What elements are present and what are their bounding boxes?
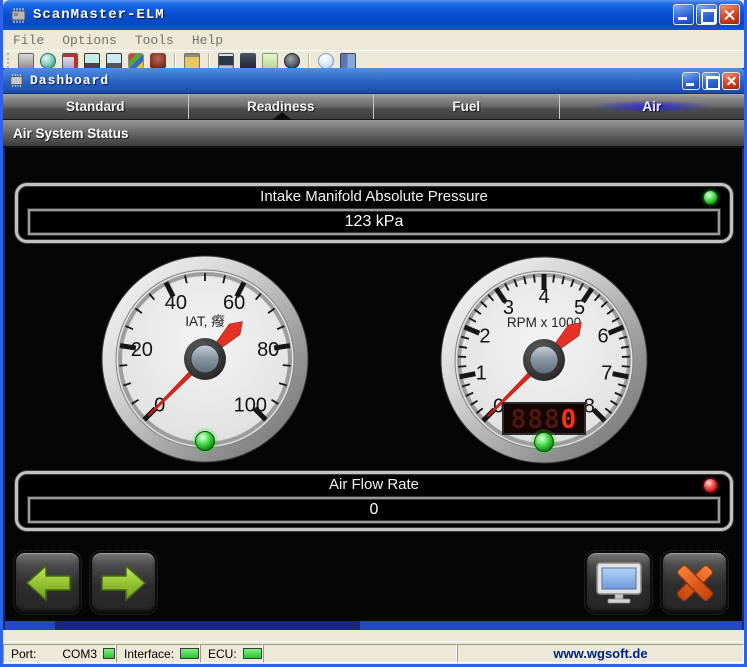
port-value: COM3 xyxy=(62,647,97,661)
svg-text:1: 1 xyxy=(476,363,487,385)
ecu-status-indicator xyxy=(243,648,262,659)
rpm-gauge: 012345678RPM x 10008880 xyxy=(438,254,650,466)
right-arrow-icon xyxy=(100,563,148,603)
interface-status-indicator xyxy=(180,648,199,659)
save-icon[interactable] xyxy=(62,53,78,69)
toolbar xyxy=(3,50,744,69)
airflow-panel-title: Air Flow Rate xyxy=(18,474,730,496)
map-panel-value: 123 kPa xyxy=(28,209,720,235)
app-chip-icon xyxy=(10,8,27,23)
status-ecu-panel: ECU: xyxy=(200,644,263,663)
menu-help[interactable]: Help xyxy=(183,33,232,48)
toolbar-separator xyxy=(174,53,176,68)
bottom-strip-segment xyxy=(55,621,360,630)
interface-label: Interface: xyxy=(124,647,174,661)
status-empty-panel xyxy=(263,644,457,663)
svg-text:60: 60 xyxy=(223,292,245,314)
svg-text:80: 80 xyxy=(257,339,279,361)
maximize-icon[interactable] xyxy=(696,4,717,25)
svg-text:20: 20 xyxy=(131,339,153,361)
map-panel: Intake Manifold Absolute Pressure 123 kP… xyxy=(15,183,733,243)
dashboard-maximize-icon[interactable] xyxy=(702,72,720,90)
svg-text:IAT, 癈: IAT, 癈 xyxy=(185,313,225,329)
toolbar-grip[interactable] xyxy=(7,53,10,68)
ecu-label: ECU: xyxy=(208,647,237,661)
clipboard-icon[interactable] xyxy=(184,53,200,69)
section-title: Air System Status xyxy=(13,126,129,141)
book-icon[interactable] xyxy=(340,53,356,69)
airflow-panel-value: 0 xyxy=(28,497,720,523)
dashboard-content: Intake Manifold Absolute Pressure 123 kP… xyxy=(5,148,742,621)
minimize-icon[interactable] xyxy=(673,4,694,25)
section-header: Air System Status xyxy=(3,120,744,148)
close-icon[interactable] xyxy=(719,4,740,25)
dashboard-bottom-strip xyxy=(5,621,742,630)
prev-button[interactable] xyxy=(14,551,81,614)
next-button[interactable] xyxy=(90,551,157,614)
svg-text:40: 40 xyxy=(165,292,187,314)
svg-text:7: 7 xyxy=(601,363,612,385)
left-arrow-icon xyxy=(24,563,72,603)
svg-text:4: 4 xyxy=(538,286,549,308)
globe-icon[interactable] xyxy=(40,53,56,69)
exit-button[interactable] xyxy=(661,551,728,614)
airflow-panel: Air Flow Rate 0 xyxy=(15,471,733,531)
monitor-button[interactable] xyxy=(585,551,652,614)
website-link: www.wgsoft.de xyxy=(553,646,647,661)
map-panel-led xyxy=(704,191,717,204)
airflow-panel-led xyxy=(704,479,717,492)
screen-icon[interactable] xyxy=(218,53,234,69)
map-panel-title: Intake Manifold Absolute Pressure xyxy=(18,186,730,208)
display-icon[interactable] xyxy=(106,53,122,69)
monitor-icon[interactable] xyxy=(84,53,100,69)
device-icon[interactable] xyxy=(240,53,256,69)
tabbar: Standard Readiness Fuel Air xyxy=(3,94,744,120)
dashboard-title: Dashboard xyxy=(30,73,109,88)
iat-gauge: 020406080100IAT, 癈 xyxy=(99,253,311,465)
dashboard-chip-icon xyxy=(9,74,24,87)
port-status-indicator xyxy=(103,648,115,659)
menu-tools[interactable]: Tools xyxy=(126,33,183,48)
windows-icon[interactable] xyxy=(128,53,144,69)
info-icon[interactable] xyxy=(318,53,334,69)
statusbar: Port: COM3 Interface: ECU: www.wgsoft.de xyxy=(3,641,744,664)
app-window: ScanMaster-ELM File Options Tools Help D… xyxy=(0,0,747,667)
pointer-triangle-icon xyxy=(272,112,292,120)
port-label: Port: xyxy=(11,647,36,661)
trash-icon[interactable] xyxy=(18,53,34,69)
dashboard-minimize-icon[interactable] xyxy=(682,72,700,90)
dashboard-titlebar: Dashboard xyxy=(3,68,744,94)
svg-text:100: 100 xyxy=(234,395,267,417)
dashboard-close-icon[interactable] xyxy=(722,72,740,90)
app-title: ScanMaster-ELM xyxy=(33,7,165,23)
svg-text:2: 2 xyxy=(479,326,490,348)
menu-file[interactable]: File xyxy=(3,33,53,48)
menubar: File Options Tools Help xyxy=(3,30,744,50)
menu-options[interactable]: Options xyxy=(53,33,126,48)
user-icon[interactable] xyxy=(150,53,166,69)
toolbar-separator xyxy=(208,53,210,68)
svg-text:6: 6 xyxy=(598,326,609,348)
tab-air[interactable]: Air xyxy=(559,94,745,119)
wheel-icon[interactable] xyxy=(284,53,300,69)
tab-standard[interactable]: Standard xyxy=(3,94,188,119)
tab-fuel[interactable]: Fuel xyxy=(373,94,559,119)
titlebar: ScanMaster-ELM xyxy=(3,0,744,30)
dashboard-window: Dashboard Standard Readiness Fuel Air Ai… xyxy=(3,68,744,630)
card-icon[interactable] xyxy=(262,53,278,69)
toolbar-separator xyxy=(308,53,310,68)
monitor-icon xyxy=(595,561,643,605)
x-close-icon xyxy=(672,560,718,606)
status-website-panel: www.wgsoft.de xyxy=(457,644,744,663)
status-interface-panel: Interface: xyxy=(116,644,200,663)
status-port-panel: Port: COM3 xyxy=(3,644,116,663)
